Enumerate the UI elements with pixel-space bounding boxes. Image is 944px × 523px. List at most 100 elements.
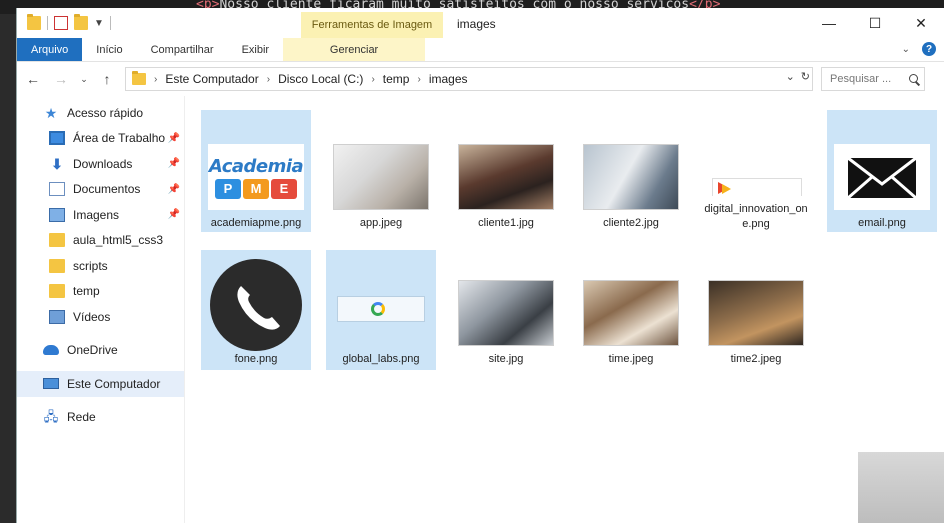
expand-ribbon-chevron-icon[interactable]: ⌄ [902, 44, 910, 55]
fone-thumbnail [208, 258, 304, 352]
videos-icon [49, 309, 65, 324]
file-name: digital_innovation_one.png [704, 203, 808, 230]
sidebar-item-este-computador[interactable]: Este Computador [17, 371, 184, 397]
tab-arquivo[interactable]: Arquivo [17, 38, 83, 61]
global-labs-logo-icon [371, 302, 385, 316]
pin-icon: 📌 [167, 209, 180, 221]
computer-icon [43, 378, 59, 390]
file-item-fone[interactable]: fone.png [201, 250, 311, 370]
ribbon-tabs: Arquivo Início Compartilhar Exibir Geren… [17, 38, 944, 62]
folder-icon [49, 258, 65, 273]
quick-access-toolbar: ▼ [17, 14, 111, 30]
breadcrumb-este-computador[interactable]: Este Computador [165, 72, 258, 86]
search-icon [909, 74, 918, 83]
file-item-digital-innovation-one[interactable]: digital_innovation_one.png [701, 110, 811, 232]
academiapme-thumbnail: Academia P M E [208, 144, 304, 210]
sidebar-item-videos[interactable]: Vídeos [17, 304, 184, 330]
file-item-global-labs[interactable]: global_labs.png [326, 250, 436, 370]
phone-icon [210, 259, 302, 351]
file-item-app[interactable]: app.jpeg [326, 110, 436, 232]
search-input[interactable]: Pesquisar ... [821, 67, 925, 91]
file-name: fone.png [234, 353, 278, 365]
folder-icon [49, 284, 65, 299]
navigation-bar: ← → ⌄ ↑ › Este Computador › Disco Local … [17, 62, 944, 96]
back-button[interactable]: ← [23, 71, 43, 87]
file-name: app.jpeg [359, 217, 403, 229]
cloud-icon [43, 345, 59, 356]
forward-button[interactable]: → [51, 71, 71, 87]
folder-icon[interactable] [27, 14, 41, 30]
sidebar-item-rede[interactable]: 🖧 Rede [17, 405, 184, 431]
file-item-cliente2[interactable]: cliente2.jpg [576, 110, 686, 232]
file-name: email.png [858, 217, 906, 229]
refresh-icon[interactable]: ↻ [801, 70, 810, 83]
cliente1-thumbnail [458, 144, 554, 210]
cliente2-thumbnail [583, 144, 679, 210]
file-item-time[interactable]: time.jpeg [576, 250, 686, 370]
address-bar[interactable]: › Este Computador › Disco Local (C:) › t… [125, 67, 813, 91]
pin-icon: 📌 [167, 158, 180, 170]
sidebar-item-documentos[interactable]: Documentos 📌 [17, 177, 184, 203]
customize-toolbar-chevron-icon[interactable]: ▼ [94, 18, 104, 29]
desktop-icon [49, 131, 65, 146]
time2-thumbnail [708, 280, 804, 346]
window-title: images [457, 17, 496, 31]
maximize-button[interactable]: ☐ [852, 8, 898, 38]
breadcrumb-images[interactable]: images [429, 72, 468, 86]
sidebar-item-temp[interactable]: temp [17, 279, 184, 305]
sidebar-item-downloads[interactable]: ⬇ Downloads 📌 [17, 151, 184, 177]
folder-icon [132, 71, 146, 85]
properties-icon[interactable] [54, 16, 68, 30]
file-explorer-window: ▼ Ferramentas de Imagem images — ☐ ✕ Arq… [16, 8, 944, 523]
file-item-site[interactable]: site.jpg [451, 250, 561, 370]
file-item-academiapme[interactable]: Academia P M E academiapme.png [201, 110, 311, 232]
sidebar-item-area-de-trabalho[interactable]: Área de Trabalho 📌 [17, 126, 184, 152]
up-button[interactable]: ↑ [97, 71, 117, 87]
global-labs-thumbnail [333, 258, 429, 352]
sidebar-item-scripts[interactable]: scripts [17, 253, 184, 279]
tab-gerenciar[interactable]: Gerenciar [283, 38, 426, 61]
time-thumbnail [583, 280, 679, 346]
pin-icon: 📌 [167, 132, 180, 144]
sidebar-item-onedrive[interactable]: OneDrive [17, 338, 184, 364]
envelope-icon [847, 156, 917, 200]
webcam-overlay [858, 452, 944, 523]
file-name: cliente2.jpg [603, 217, 659, 229]
navigation-pane: ★ Acesso rápido Área de Trabalho 📌 ⬇ Dow… [17, 96, 185, 523]
app-thumbnail [333, 144, 429, 210]
digital-innovation-thumbnail [708, 144, 804, 196]
sidebar-item-aula-html5-css3[interactable]: aula_html5_css3 [17, 228, 184, 254]
network-icon: 🖧 [43, 409, 59, 425]
new-folder-icon[interactable] [74, 14, 88, 30]
file-name: global_labs.png [342, 353, 420, 365]
title-bar: ▼ Ferramentas de Imagem images — ☐ ✕ [17, 8, 944, 38]
recent-locations-chevron-icon[interactable]: ⌄ [79, 74, 89, 85]
documents-icon [49, 182, 65, 197]
close-button[interactable]: ✕ [898, 8, 944, 38]
minimize-button[interactable]: — [806, 8, 852, 38]
email-thumbnail [834, 144, 930, 210]
address-history-chevron-icon[interactable]: ⌄ [786, 70, 795, 83]
sidebar-item-imagens[interactable]: Imagens 📌 [17, 202, 184, 228]
pin-icon: 📌 [167, 183, 180, 195]
site-thumbnail [458, 280, 554, 346]
breadcrumb-temp[interactable]: temp [383, 72, 410, 86]
pictures-icon [49, 207, 65, 222]
file-item-time2[interactable]: time2.jpeg [701, 250, 811, 370]
tab-exibir[interactable]: Exibir [228, 38, 284, 61]
tab-compartilhar[interactable]: Compartilhar [137, 38, 228, 61]
file-item-cliente1[interactable]: cliente1.jpg [451, 110, 561, 232]
tab-inicio[interactable]: Início [82, 38, 136, 61]
file-item-email[interactable]: email.png [827, 110, 937, 232]
folder-icon [49, 233, 65, 248]
search-placeholder: Pesquisar ... [830, 73, 892, 85]
sidebar-item-acesso-rapido[interactable]: ★ Acesso rápido [17, 100, 184, 126]
file-name: site.jpg [488, 353, 524, 365]
file-name: time2.jpeg [730, 353, 782, 365]
file-name: cliente1.jpg [478, 217, 534, 229]
help-icon[interactable]: ? [922, 42, 936, 56]
download-icon: ⬇ [51, 155, 63, 172]
breadcrumb-disco-local[interactable]: Disco Local (C:) [278, 72, 363, 86]
file-name: time.jpeg [608, 353, 654, 365]
file-list: Academia P M E academiapme.png app.jpeg … [185, 96, 944, 523]
